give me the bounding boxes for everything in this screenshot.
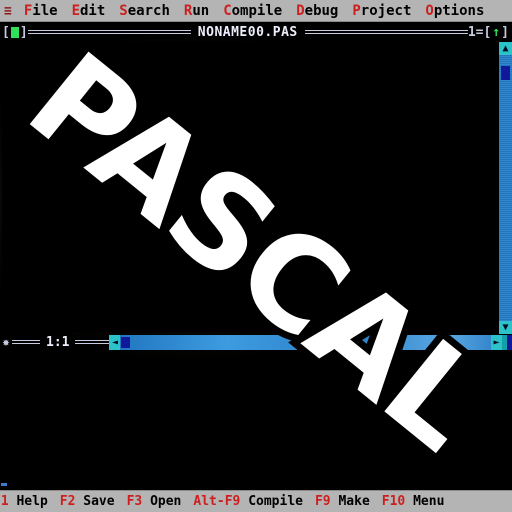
menu-hotkey-search: S: [119, 3, 128, 19]
zoom-up-arrow-icon: ↑: [492, 24, 501, 40]
editor-title-bar: [] NONAME00.PAS 1=[↑]: [0, 22, 512, 42]
editor-text-area[interactable]: [2, 42, 494, 332]
status-key-f1: F1: [0, 493, 9, 509]
status-key-f2: F2: [59, 493, 76, 509]
status-item-compile[interactable]: Alt-F9 Compile: [193, 494, 309, 509]
resize-handle-icon[interactable]: ✸: [0, 335, 12, 349]
menu-label-options: ptions: [433, 3, 485, 19]
status-text-save: Save: [83, 493, 115, 509]
vscroll-thumb[interactable]: [501, 66, 510, 80]
status-text-open: Open: [150, 493, 182, 509]
menu-item-debug[interactable]: Debug: [289, 3, 345, 19]
close-box-bracket-right: ]: [19, 24, 28, 40]
scroll-up-arrow-icon[interactable]: ▲: [499, 42, 512, 55]
menu-hotkey-compile: C: [223, 3, 232, 19]
status-key-f3: F3: [126, 493, 143, 509]
status-text-compile: Compile: [248, 493, 303, 509]
desktop-cursor-marker: [1, 483, 7, 486]
status-text-help: Help: [16, 493, 48, 509]
menu-item-project[interactable]: Project: [345, 3, 418, 19]
menu-hotkey-options: O: [425, 3, 434, 19]
menu-label-debug: ebug: [304, 3, 339, 19]
status-key-altf9: Alt-F9: [193, 493, 241, 509]
status-sep-open: [142, 494, 150, 509]
status-item-menu[interactable]: F10 Menu: [382, 494, 451, 509]
menu-item-edit[interactable]: Edit: [65, 3, 113, 19]
hscroll-thumb[interactable]: [121, 336, 131, 348]
system-menu-icon[interactable]: ≡: [0, 5, 17, 18]
bottom-rule-mid: [75, 339, 110, 345]
menu-item-run[interactable]: Run: [177, 3, 216, 19]
menu-label-run: un: [192, 3, 210, 19]
cursor-position-indicator: 1:1: [46, 334, 70, 350]
status-item-open[interactable]: F3 Open: [127, 494, 188, 509]
status-key-f9: F9: [314, 493, 331, 509]
menu-label-compile: ompile: [231, 3, 283, 19]
close-box-bracket-left: [: [2, 24, 10, 40]
window-resize-corner[interactable]: [502, 334, 512, 350]
status-key-f10: F10: [381, 493, 406, 509]
menu-item-search[interactable]: Search: [112, 3, 177, 19]
menu-label-edit: dit: [80, 3, 106, 19]
menu-hotkey-edit: E: [71, 3, 80, 19]
title-rule-left: [27, 29, 191, 35]
hscroll-track[interactable]: [130, 335, 491, 350]
status-text-menu: Menu: [413, 493, 445, 509]
menu-item-options[interactable]: Options: [418, 3, 491, 19]
ide-desktop: [] NONAME00.PAS 1=[↑] ▲ ▼ ✸ 1:1 ◄ ► PAS…: [0, 22, 512, 490]
bottom-rule-left: [12, 339, 40, 345]
status-item-save[interactable]: F2 Save: [60, 494, 121, 509]
menu-hotkey-project: P: [352, 3, 361, 19]
close-box-button[interactable]: []: [0, 25, 28, 40]
close-box-glyph: [10, 26, 19, 38]
menu-label-project: roject: [360, 3, 412, 19]
editor-vertical-scrollbar[interactable]: ▲ ▼: [499, 42, 512, 334]
status-sep-menu: [405, 494, 413, 509]
status-bar: F1 Help F2 Save F3 Open Alt-F9 Compile F…: [0, 490, 512, 512]
scroll-left-arrow-icon[interactable]: ◄: [109, 334, 121, 350]
editor-bottom-bar: ✸ 1:1 ◄ ►: [0, 332, 512, 352]
menu-label-search: earch: [127, 3, 170, 19]
desktop-bottom-strip: [0, 480, 512, 490]
editor-window: [] NONAME00.PAS 1=[↑] ▲ ▼ ✸ 1:1 ◄ ►: [0, 22, 512, 352]
zoom-box-button[interactable]: 1=[↑]: [468, 25, 512, 40]
menu-item-file[interactable]: File: [17, 3, 65, 19]
status-text-make: Make: [338, 493, 370, 509]
status-sep-compile: [240, 494, 248, 509]
menu-item-compile[interactable]: Compile: [216, 3, 289, 19]
menu-label-file: ile: [32, 3, 58, 19]
editor-horizontal-scrollbar[interactable]: ◄ ►: [109, 334, 502, 350]
editor-file-title: NONAME00.PAS: [197, 24, 298, 40]
title-rule-right: [304, 29, 469, 35]
menu-hotkey-debug: D: [296, 3, 305, 19]
status-item-help[interactable]: F1 Help: [0, 494, 54, 509]
menu-bar: ≡ File Edit Search Run Compile Debug Pro…: [0, 0, 512, 22]
window-number: 1=[: [467, 24, 492, 40]
zoom-box-bracket-right: ]: [501, 24, 509, 40]
status-item-make[interactable]: F9 Make: [315, 494, 376, 509]
vscroll-track[interactable]: [499, 55, 512, 321]
turbo-pascal-screen: ≡ File Edit Search Run Compile Debug Pro…: [0, 0, 512, 512]
menu-hotkey-file: F: [23, 3, 33, 19]
scroll-right-arrow-icon[interactable]: ►: [491, 334, 502, 350]
